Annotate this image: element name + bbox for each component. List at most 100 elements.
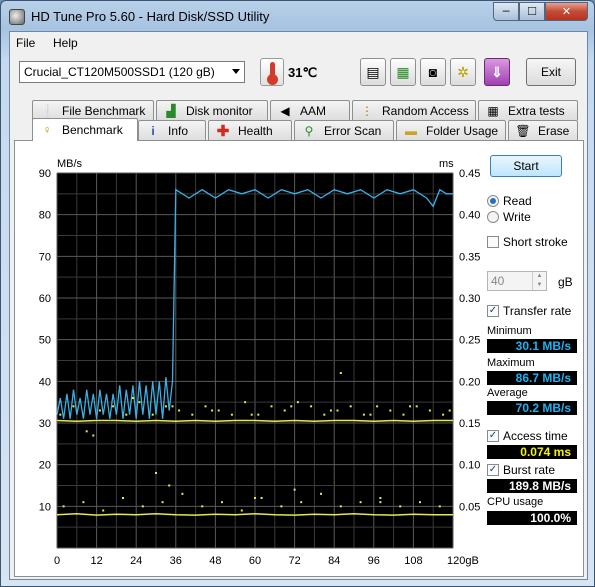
burst-point — [122, 497, 124, 499]
minimize-button[interactable]: ─ — [493, 2, 519, 21]
short-stroke-stepper[interactable]: 40 ▲ ▼ — [487, 271, 547, 291]
close-button[interactable]: ✕ — [545, 2, 588, 21]
y-right-tick-label: 0.45 — [459, 168, 480, 180]
cpu-usage-value: 100.0% — [487, 511, 577, 525]
write-radio[interactable]: Write — [487, 210, 531, 224]
menu-bar: File Help — [10, 32, 587, 52]
copy-info-button[interactable]: ▦ — [390, 58, 416, 86]
read-radio[interactable]: Read — [487, 194, 532, 208]
checkbox-checked-icon: ✓ — [487, 430, 499, 442]
drive-select[interactable]: Crucial_CT120M500SSD1 (120 gB) — [19, 61, 245, 83]
transfer-rate-checkbox[interactable]: ✓ Transfer rate — [487, 304, 571, 318]
window-controls: ─ ☐ ✕ — [493, 2, 588, 21]
chevron-down-icon — [232, 69, 240, 74]
minimum-value: 30.1 MB/s — [487, 339, 577, 353]
x-tick-label: 36 — [170, 555, 182, 567]
average-label: Average — [487, 387, 528, 399]
save-button[interactable]: ⇓ — [484, 58, 510, 86]
tab-file-benchmark[interactable]: ❕ File Benchmark — [32, 100, 154, 120]
y-left-tick-label: 30 — [39, 418, 51, 430]
burst-point — [155, 472, 157, 474]
access-time-point — [217, 409, 220, 412]
tab-erase[interactable]: 🗑 Erase — [508, 120, 578, 140]
x-tick-label: 108 — [404, 555, 422, 567]
access-time-point — [329, 409, 332, 412]
toolbar: Crucial_CT120M500SSD1 (120 gB) 31℃ ▤ ▦ ◙… — [10, 52, 587, 94]
title-bar[interactable]: HD Tune Pro 5.60 - Hard Disk/SSD Utility… — [1, 1, 594, 31]
tab-label: Extra tests — [508, 103, 565, 118]
access-time-point — [448, 409, 451, 412]
temperature-value: 31℃ — [288, 65, 318, 80]
burst-point — [438, 505, 441, 508]
access-time-point — [409, 405, 412, 408]
access-time-point — [415, 405, 418, 408]
access-time-point — [138, 401, 141, 404]
average-value: 70.2 MB/s — [487, 401, 577, 415]
screenshot-button[interactable]: ◙ — [420, 58, 446, 86]
burst-point — [62, 505, 65, 508]
burst-point — [300, 501, 303, 504]
x-tick-label: 0 — [54, 555, 60, 567]
y-left-tick-label: 50 — [39, 335, 51, 347]
tab-error-scan[interactable]: ⚲ Error Scan — [294, 120, 394, 140]
options-button[interactable]: ✲ — [450, 58, 476, 86]
tab-health[interactable]: ✚ Health — [208, 120, 292, 140]
tab-info[interactable]: i Info — [138, 120, 206, 140]
burst-point — [168, 484, 171, 487]
disk-monitor-icon: ▟ — [166, 103, 176, 118]
menu-file[interactable]: File — [16, 36, 35, 50]
y-left-tick-label: 40 — [39, 376, 51, 388]
benchmark-chart-svg: MB/s ms 90 80 70 60 50 40 30 20 10 0.45 0.40 0.35 0.30… — [39, 158, 481, 567]
tab-label: Random Access — [382, 103, 469, 118]
x-tick-label: 12 — [90, 555, 102, 567]
exit-button[interactable]: Exit — [526, 58, 576, 86]
short-stroke-checkbox[interactable]: Short stroke — [487, 235, 568, 249]
health-cross-icon: ✚ — [216, 122, 230, 140]
burst-point — [181, 492, 184, 495]
tab-folder-usage[interactable]: ▬ Folder Usage — [396, 120, 506, 140]
access-time-point — [442, 413, 445, 416]
y-left-tick-label: 70 — [39, 251, 51, 263]
burst-point — [240, 509, 243, 512]
tab-extra-tests[interactable]: ▦ Extra tests — [478, 100, 578, 120]
burst-point — [260, 497, 263, 499]
y-left-unit-label: MB/s — [57, 158, 83, 170]
access-time-point — [151, 413, 154, 416]
tab-label: File Benchmark — [62, 103, 146, 118]
speaker-icon: ◀ — [280, 103, 290, 118]
spin-arrows-icon[interactable]: ▲ ▼ — [532, 272, 546, 290]
copy-info-icon: ▦ — [396, 63, 410, 80]
y-right-tick-label: 0.20 — [459, 376, 480, 388]
burst-rate-checkbox[interactable]: ✓ Burst rate — [487, 463, 555, 477]
file-benchmark-icon: ❕ — [39, 103, 55, 118]
burst-rate-label: Burst rate — [503, 463, 556, 477]
tab-aam[interactable]: ◀ AAM — [270, 100, 350, 120]
access-time-point — [59, 413, 62, 416]
start-button[interactable]: Start — [490, 155, 562, 177]
y-left-tick-label: 60 — [39, 293, 51, 305]
access-time-point — [402, 413, 405, 416]
tab-random-access[interactable]: ⋮ Random Access — [352, 100, 476, 120]
x-tick-label: 120gB — [447, 555, 479, 567]
burst-point — [419, 501, 421, 504]
gear-icon: ✲ — [457, 63, 469, 80]
client-area: File Help Crucial_CT120M500SSD1 (120 gB)… — [9, 31, 588, 580]
menu-help[interactable]: Help — [53, 36, 78, 50]
burst-point — [339, 505, 342, 508]
down-arrow-icon: ⇓ — [491, 63, 503, 80]
access-time-point — [72, 405, 75, 408]
copy-text-button[interactable]: ▤ — [360, 58, 386, 86]
access-time-label: Access time — [503, 429, 568, 443]
short-stroke-value: 40 — [491, 274, 505, 288]
tab-benchmark[interactable]: ♀ Benchmark — [32, 118, 138, 141]
short-stroke-label: Short stroke — [503, 235, 568, 249]
burst-point — [379, 497, 382, 499]
burst-point — [293, 488, 296, 491]
access-time-checkbox[interactable]: ✓ Access time — [487, 429, 568, 443]
maximize-button[interactable]: ☐ — [519, 2, 545, 21]
access-time-point — [376, 405, 379, 408]
access-time-point — [283, 409, 286, 412]
access-time-point — [244, 401, 247, 404]
tab-disk-monitor[interactable]: ▟ Disk monitor — [156, 100, 268, 120]
checkbox-unchecked-icon — [487, 236, 499, 248]
